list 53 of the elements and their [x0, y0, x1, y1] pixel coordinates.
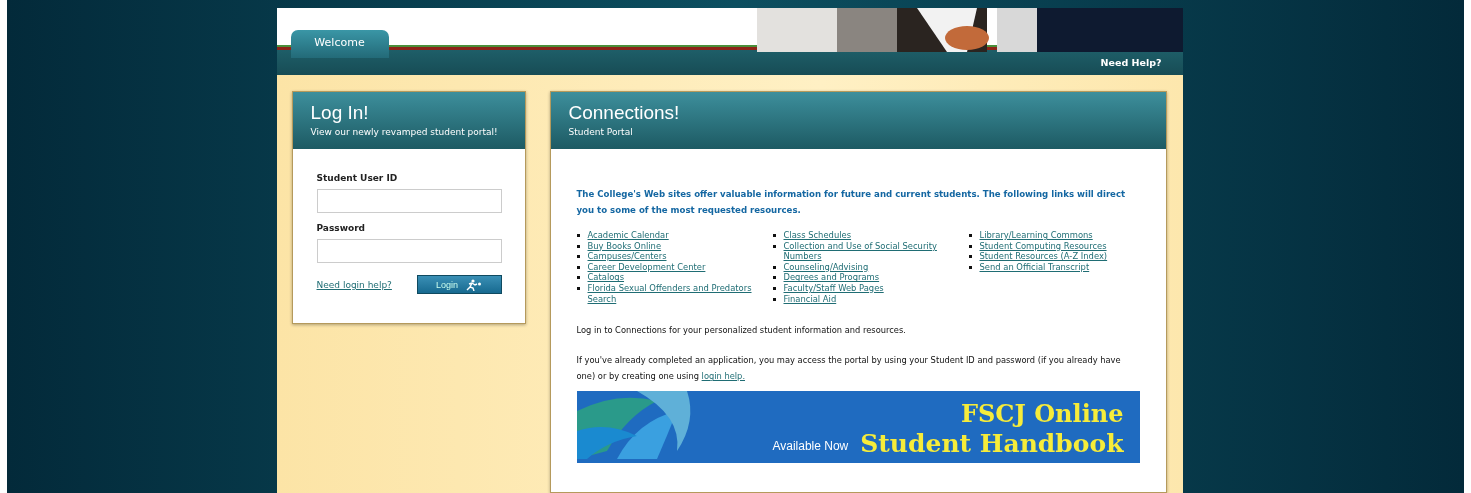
login-help-link[interactable]: login help.	[701, 371, 745, 382]
resource-link[interactable]: Student Resources (A-Z Index)	[979, 251, 1108, 262]
resource-link[interactable]: Financial Aid	[783, 293, 837, 305]
bullet-icon	[968, 265, 972, 269]
bullet-icon	[576, 234, 580, 237]
login-note: Log in to Connections for your personalized student information and resources.	[576, 324, 907, 338]
resource-link[interactable]: Collection and Use of Social Security Numbers	[783, 240, 969, 262]
input-field[interactable]	[316, 189, 502, 213]
resource-link[interactable]: Degrees and Programs	[783, 272, 880, 283]
bullet-icon	[772, 276, 776, 280]
bullet-icon	[772, 234, 776, 237]
bullet-icon	[772, 297, 776, 301]
handbook-banner[interactable]: Available Now FSCJ Online Student Handbook	[576, 391, 1140, 464]
input-field[interactable]	[316, 239, 502, 263]
bullet-icon	[576, 276, 580, 280]
resource-link[interactable]: Class Schedules	[783, 230, 852, 241]
panel-subtitle: View our newly revamped student portal!	[310, 127, 499, 137]
bullet-icon	[576, 255, 580, 259]
banner-title: FSCJ Online	[961, 399, 1124, 430]
bullet-icon	[576, 244, 580, 248]
resource-link[interactable]: Buy Books Online	[587, 240, 662, 252]
banner-title: Student Handbook	[860, 429, 1124, 460]
need-help-link[interactable]: Need Help?	[1100, 57, 1162, 68]
banner-tagline: Available Now	[772, 439, 849, 454]
login-button[interactable]: Login	[416, 275, 502, 294]
resource-link[interactable]: Student Computing Resources	[979, 240, 1107, 252]
resource-link[interactable]: Library/Learning Commons	[979, 230, 1093, 241]
resource-link[interactable]: Campuses/Centers	[587, 251, 667, 262]
bullet-icon	[772, 265, 776, 269]
panel-subtitle: Student Portal	[568, 127, 634, 137]
portal-paragraph: If you've already completed an application, you may access the portal by using your Student ID and password (if you already have one) or by creating one using login help.	[576, 354, 1122, 384]
bullet-icon	[968, 234, 972, 237]
resource-link[interactable]: Send an Official Transcript	[979, 261, 1090, 273]
bullet-icon	[576, 286, 580, 290]
resource-link[interactable]: Florida Sexual Offenders and Predators Search	[587, 282, 773, 305]
bullet-icon	[968, 244, 972, 248]
bullet-icon	[968, 255, 972, 259]
resource-link[interactable]: Catalogs	[587, 272, 625, 283]
field-label: Student User ID	[316, 173, 399, 183]
welcome-tab[interactable]: Welcome	[290, 30, 389, 59]
panel-title: Connections!	[568, 102, 681, 124]
bullet-icon	[772, 286, 776, 290]
resource-link[interactable]: Counseling/Advising	[783, 261, 869, 273]
resource-link[interactable]: Academic Calendar	[587, 230, 669, 241]
bullet-icon	[772, 244, 776, 248]
intro-text: The College's Web sites offer valuable information for future and current students. The following links will direct you to some of the most requested resources.	[576, 188, 1127, 217]
field-label: Password	[316, 223, 367, 233]
login-help-link[interactable]: Need login help?	[316, 279, 392, 290]
resource-link[interactable]: Career Development Center	[587, 261, 706, 273]
runner-icon	[464, 278, 482, 291]
resource-link[interactable]: Faculty/Staff Web Pages	[783, 282, 884, 294]
panel-title: Log In!	[310, 102, 370, 124]
bullet-icon	[576, 265, 580, 269]
